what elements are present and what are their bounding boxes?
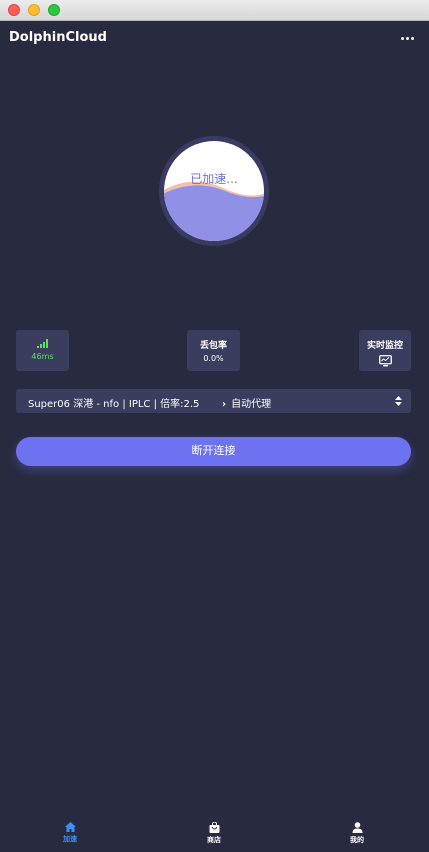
disconnect-button[interactable]: 断开连接 bbox=[16, 437, 411, 466]
proxy-mode[interactable]: › 自动代理 bbox=[222, 395, 271, 410]
nav-item-me[interactable]: 我的 bbox=[327, 822, 387, 845]
home-icon bbox=[64, 822, 76, 832]
more-horizontal-icon bbox=[400, 36, 404, 40]
nav-label-store: 商店 bbox=[207, 836, 221, 844]
monitor-icon bbox=[378, 355, 392, 367]
window-titlebar bbox=[0, 0, 429, 21]
window-minimize-button[interactable] bbox=[28, 4, 40, 16]
proxy-mode-label: 自动代理 bbox=[231, 399, 272, 410]
app-title: DolphinCloud bbox=[9, 30, 107, 45]
server-selector[interactable]: Super06 深港 - nfo | IPLC | 倍率:2.5 › 自动代理 bbox=[16, 389, 411, 413]
window-close-button[interactable] bbox=[8, 4, 20, 16]
nav-label-home: 加速 bbox=[63, 835, 77, 843]
status-label: 已加速... bbox=[190, 172, 238, 186]
nav-item-home[interactable]: 加速 bbox=[40, 822, 100, 844]
latency-value: 46ms bbox=[31, 352, 54, 361]
packet-loss-title: 丢包率 bbox=[199, 341, 227, 351]
packet-loss-card: 丢包率 0.0% bbox=[187, 330, 240, 371]
nav-label-me: 我的 bbox=[350, 836, 364, 844]
shopping-bag-icon bbox=[209, 822, 219, 833]
server-name: Super06 深港 - nfo | IPLC | 倍率:2.5 bbox=[28, 399, 200, 410]
realtime-monitor-button[interactable]: 实时监控 bbox=[359, 330, 411, 371]
chevron-right-icon: › bbox=[222, 399, 227, 410]
window-maximize-button[interactable] bbox=[48, 4, 60, 16]
latency-card: 46ms bbox=[16, 330, 69, 371]
nav-item-store[interactable]: 商店 bbox=[184, 822, 244, 845]
user-icon bbox=[352, 822, 362, 833]
status-orb: 已加速... bbox=[159, 136, 269, 246]
bottom-nav: 加速 商店 我的 bbox=[0, 812, 429, 852]
signal-bars-icon bbox=[36, 339, 48, 348]
monitor-title: 实时监控 bbox=[366, 341, 403, 351]
packet-loss-value: 0.0% bbox=[203, 354, 224, 363]
more-menu-button[interactable] bbox=[398, 30, 416, 46]
up-down-icon bbox=[395, 396, 402, 406]
wave-fill-graphic bbox=[164, 141, 264, 241]
